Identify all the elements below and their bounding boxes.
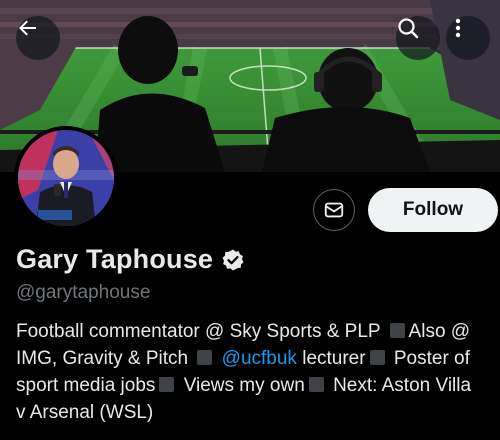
- arrow-left-icon: [19, 20, 36, 36]
- envelope-icon: [324, 202, 344, 218]
- black-square-emoji: [369, 350, 385, 365]
- black-square-emoji: [159, 377, 175, 392]
- bio-line: v Arsenal (WSL): [16, 399, 496, 426]
- bio-text: v Arsenal (WSL): [16, 402, 154, 423]
- black-square-emoji: [197, 350, 213, 365]
- bio-line: sport media jobs Views my own Next: Asto…: [16, 372, 496, 399]
- bio-text: Next: Aston Villa: [333, 375, 472, 396]
- back-button[interactable]: [16, 16, 60, 60]
- profile-bio: Football commentator @ Sky Sports & PLP …: [16, 318, 496, 426]
- search-button[interactable]: [396, 16, 440, 60]
- more-vertical-icon: [455, 18, 461, 38]
- bio-line: IMG, Gravity & Pitch @ucfbuk lecturer Po…: [16, 345, 496, 372]
- bio-text: Football commentator @ Sky Sports & PLP: [16, 321, 381, 342]
- bio-line: Football commentator @ Sky Sports & PLP …: [16, 318, 496, 345]
- more-options-button[interactable]: [446, 16, 490, 60]
- avatar-image: [18, 130, 114, 226]
- verified-badge-icon[interactable]: [221, 248, 245, 272]
- display-name: Gary Taphouse: [16, 244, 214, 274]
- mention-link[interactable]: @ucfbuk: [222, 348, 297, 369]
- profile-avatar[interactable]: [14, 126, 118, 230]
- name-row: Gary Taphouse: [16, 244, 245, 275]
- bio-text: Views my own: [183, 375, 305, 396]
- message-button[interactable]: [313, 189, 355, 231]
- bio-text: Poster of: [393, 348, 470, 369]
- bio-text: lecturer: [302, 348, 366, 369]
- follow-button[interactable]: Follow: [368, 188, 498, 232]
- bio-text: IMG, Gravity & Pitch: [16, 348, 189, 369]
- user-handle: @garytaphouse: [16, 282, 151, 303]
- search-icon: [398, 18, 419, 39]
- black-square-emoji: [308, 377, 324, 392]
- black-square-emoji: [389, 323, 405, 338]
- bio-text: Also @: [408, 321, 471, 342]
- bio-text: sport media jobs: [16, 375, 156, 396]
